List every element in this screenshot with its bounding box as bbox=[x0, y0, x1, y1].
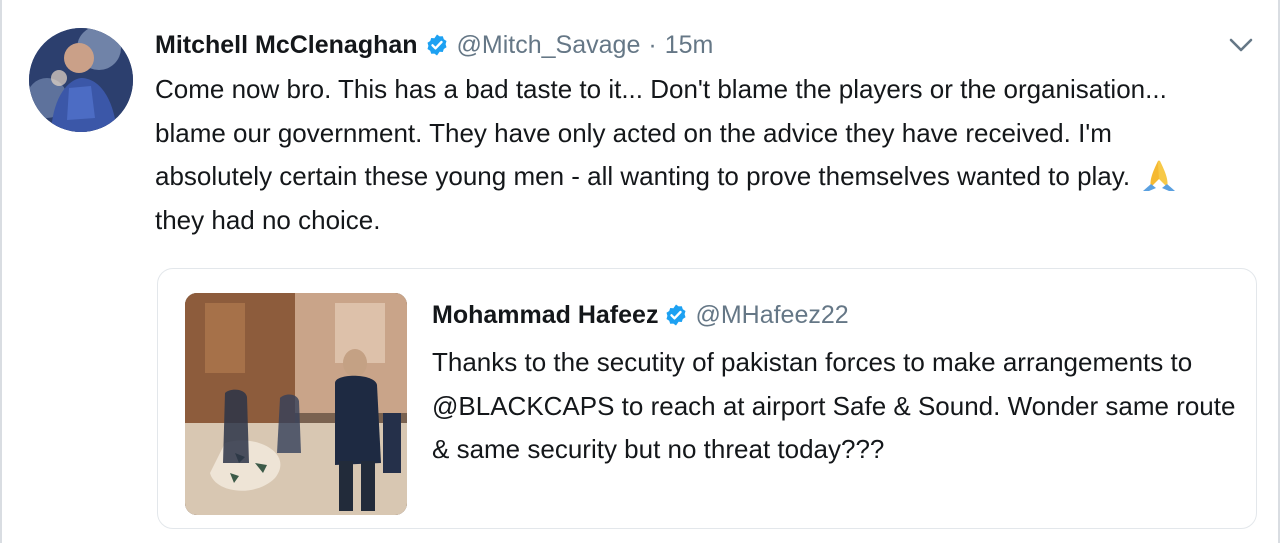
quoted-author-name[interactable]: Mohammad Hafeez bbox=[432, 301, 658, 330]
tweet-card[interactable]: Mitchell McClenaghan @Mitch_Savage · 15m… bbox=[0, 0, 1280, 543]
tweet-text-main: Come now bro. This has a bad taste to it… bbox=[155, 74, 1167, 191]
quoted-tweet-header: Mohammad Hafeez @MHafeez22 bbox=[432, 299, 849, 331]
quoted-tweet-text: Thanks to the secutity of pakistan force… bbox=[432, 347, 1236, 464]
chevron-down-icon[interactable] bbox=[1226, 32, 1256, 58]
tweet-text: Come now bro. This has a bad taste to it… bbox=[155, 68, 1235, 242]
quoted-author-handle[interactable]: @MHafeez22 bbox=[695, 301, 848, 330]
verified-badge-icon bbox=[664, 303, 688, 327]
folded-hands-emoji-icon bbox=[1139, 157, 1179, 191]
timestamp[interactable]: 15m bbox=[665, 31, 714, 60]
verified-badge-icon bbox=[425, 33, 449, 57]
tweet-text-end: they had no choice. bbox=[155, 204, 381, 235]
avatar[interactable] bbox=[29, 28, 133, 132]
tweet-header: Mitchell McClenaghan @Mitch_Savage · 15m bbox=[155, 28, 713, 62]
quoted-tweet[interactable]: Mohammad Hafeez @MHafeez22 Thanks to the… bbox=[157, 268, 1257, 529]
separator-dot: · bbox=[648, 30, 657, 59]
author-name[interactable]: Mitchell McClenaghan bbox=[155, 31, 418, 60]
quoted-tweet-photo[interactable] bbox=[185, 293, 407, 515]
author-handle[interactable]: @Mitch_Savage bbox=[457, 31, 641, 60]
